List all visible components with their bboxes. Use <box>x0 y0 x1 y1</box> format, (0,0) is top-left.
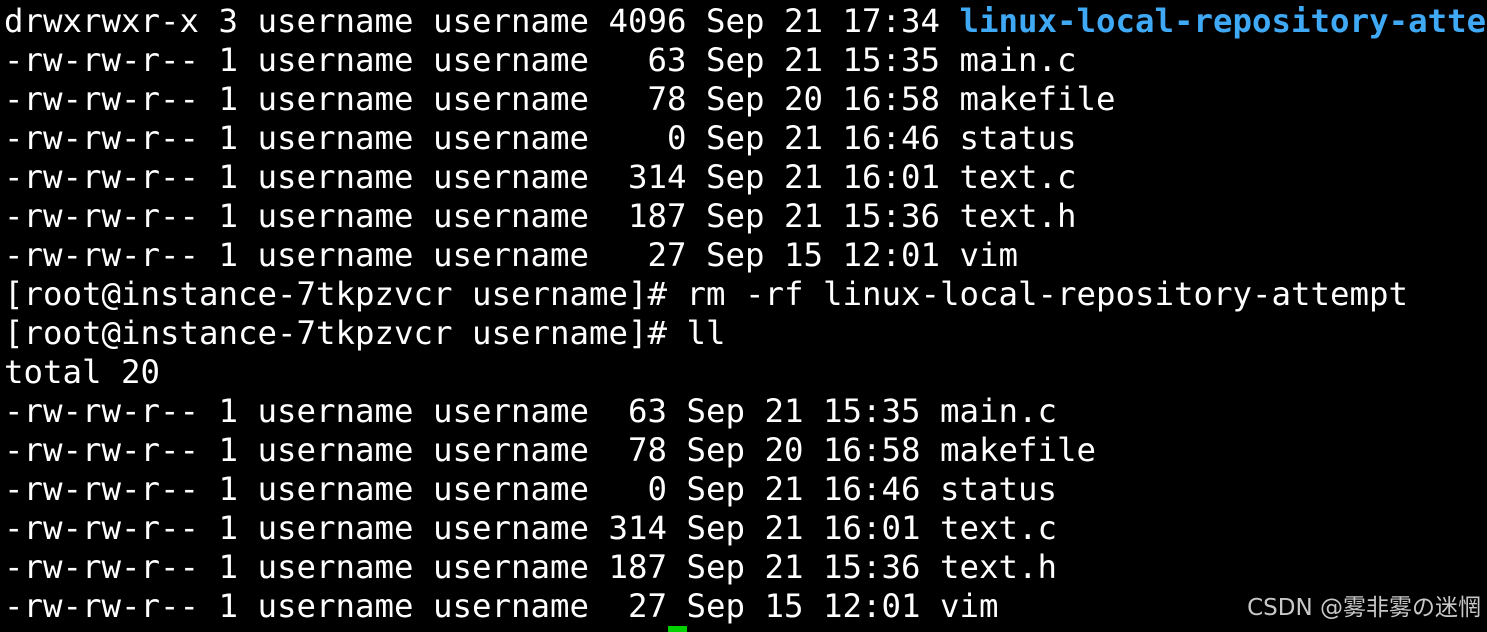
watermark: CSDN @雾非雾の迷惘 <box>1247 595 1481 621</box>
command-line-rm: [root@instance-7tkpzvcr username]# rm -r… <box>4 275 1409 313</box>
listing-line: -rw-rw-r-- 1 username username 63 Sep 21… <box>4 41 1077 79</box>
listing-line: -rw-rw-r-- 1 username username 314 Sep 2… <box>4 158 1077 196</box>
dir-entry-prefix: drwxrwxr-x 3 username username 4096 Sep … <box>4 2 960 40</box>
listing-line: -rw-rw-r-- 1 username username 78 Sep 20… <box>4 80 1116 118</box>
listing-line: -rw-rw-r-- 1 username username 0 Sep 21 … <box>4 470 1058 508</box>
total-line: total 20 <box>4 353 161 391</box>
listing-line: -rw-rw-r-- 1 username username 27 Sep 15… <box>4 587 999 625</box>
dir-entry-name: linux-local-repository-attempt <box>959 2 1487 40</box>
listing-line: -rw-rw-r-- 1 username username 63 Sep 21… <box>4 392 1058 430</box>
command-line-ll: [root@instance-7tkpzvcr username]# ll <box>4 314 726 352</box>
listing-line: -rw-rw-r-- 1 username username 187 Sep 2… <box>4 197 1077 235</box>
terminal-cursor <box>668 626 687 632</box>
listing-line: -rw-rw-r-- 1 username username 27 Sep 15… <box>4 236 1019 274</box>
dir-entry-line: drwxrwxr-x 3 username username 4096 Sep … <box>4 2 1487 41</box>
listing-line: -rw-rw-r-- 1 username username 78 Sep 20… <box>4 431 1097 469</box>
listing-line: -rw-rw-r-- 1 username username 0 Sep 21 … <box>4 119 1077 157</box>
listing-line: -rw-rw-r-- 1 username username 314 Sep 2… <box>4 509 1058 547</box>
terminal-output[interactable]: drwxrwxr-x 3 username username 4096 Sep … <box>4 0 1487 632</box>
listing-line: -rw-rw-r-- 1 username username 187 Sep 2… <box>4 548 1058 586</box>
